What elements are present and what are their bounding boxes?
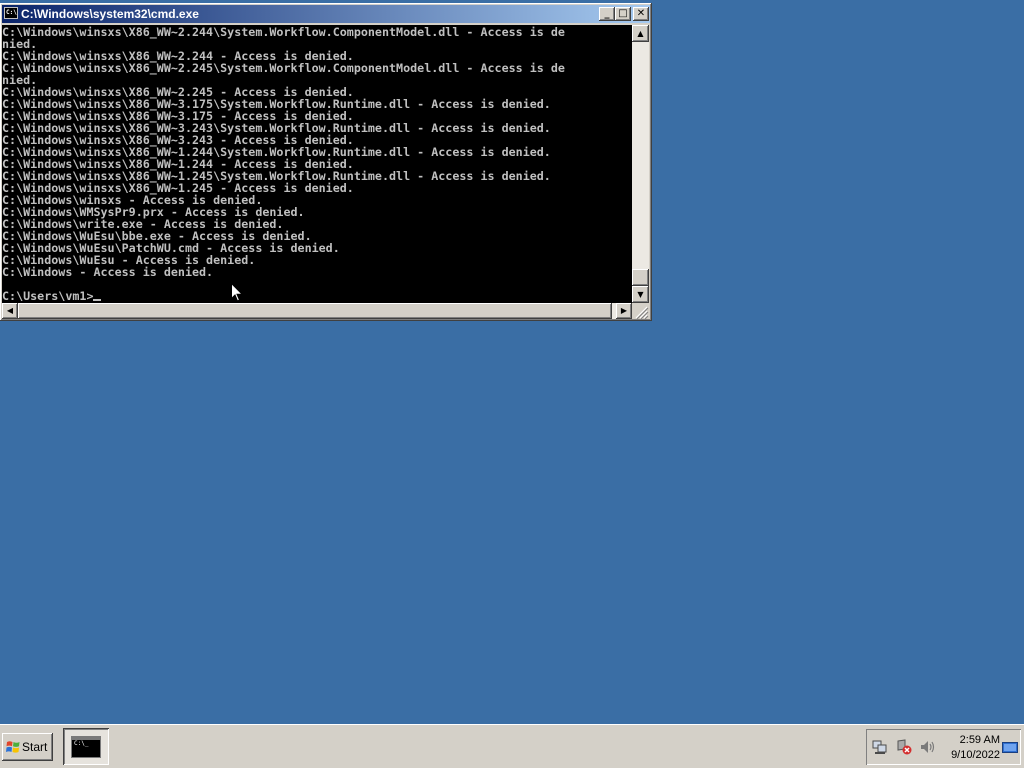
system-tray: 2:59 AM 9/10/2022 xyxy=(866,729,1021,765)
scroll-left-button[interactable]: ◀ xyxy=(2,303,18,319)
clock-date[interactable]: 9/10/2022 xyxy=(940,749,1000,761)
scroll-down-button[interactable]: ▼ xyxy=(632,286,649,303)
vertical-scroll-thumb[interactable] xyxy=(632,269,649,286)
start-button[interactable]: Start xyxy=(2,733,53,761)
start-label: Start xyxy=(22,740,48,754)
cmd-icon: C:\_ xyxy=(71,736,101,758)
desktop[interactable]: C:\ C:\Windows\system32\cmd.exe _ □ ✕ C:… xyxy=(0,0,1024,724)
taskbar-item-cmd[interactable]: C:\_ xyxy=(63,728,109,765)
network-icon[interactable] xyxy=(872,739,888,755)
security-alert-icon[interactable] xyxy=(896,739,912,755)
clock-time[interactable]: 2:59 AM xyxy=(940,734,1000,746)
console-lines: C:\Windows\winsxs\X86_WW~2.244\System.Wo… xyxy=(2,26,565,302)
console-prompt-line[interactable]: C:\Users\vm1> xyxy=(2,290,565,302)
console-output[interactable]: C:\Windows\winsxs\X86_WW~2.244\System.Wo… xyxy=(2,25,632,303)
console-line: C:\Windows\winsxs\X86_WW~2.244\System.Wo… xyxy=(2,25,565,39)
title-bar[interactable]: C:\ C:\Windows\system32\cmd.exe _ □ ✕ xyxy=(2,5,650,23)
console-line: C:\Windows - Access is denied. xyxy=(2,265,214,279)
window-title: C:\Windows\system32\cmd.exe xyxy=(21,7,199,21)
horizontal-scrollbar[interactable]: ◀ ▶ xyxy=(2,303,632,319)
show-desktop-icon[interactable] xyxy=(1002,740,1018,756)
maximize-button[interactable]: □ xyxy=(615,7,631,21)
scroll-up-button[interactable]: ▲ xyxy=(632,25,649,42)
resize-grip-icon xyxy=(635,306,649,320)
resize-grip[interactable] xyxy=(632,303,649,320)
minimize-button[interactable]: _ xyxy=(599,7,615,21)
taskbar: Start C:\_ 2:59 AM 9/10/2022 xyxy=(0,724,1024,768)
cmd-icon[interactable]: C:\ xyxy=(4,7,18,19)
console-prompt: C:\Users\vm1> xyxy=(2,289,94,303)
horizontal-scroll-thumb[interactable] xyxy=(18,303,612,319)
scroll-right-button[interactable]: ▶ xyxy=(616,303,632,319)
console-line: C:\Windows\winsxs\X86_WW~2.245\System.Wo… xyxy=(2,61,565,75)
windows-logo-icon xyxy=(6,741,20,753)
cmd-window[interactable]: C:\ C:\Windows\system32\cmd.exe _ □ ✕ C:… xyxy=(0,3,652,321)
vertical-scrollbar[interactable]: ▲ ▼ xyxy=(632,25,649,303)
text-cursor xyxy=(93,299,102,301)
close-button[interactable]: ✕ xyxy=(633,7,649,21)
volume-icon[interactable] xyxy=(920,739,936,755)
mouse-pointer-icon xyxy=(231,283,243,302)
cmd-icon-text: C:\_ xyxy=(74,740,89,747)
